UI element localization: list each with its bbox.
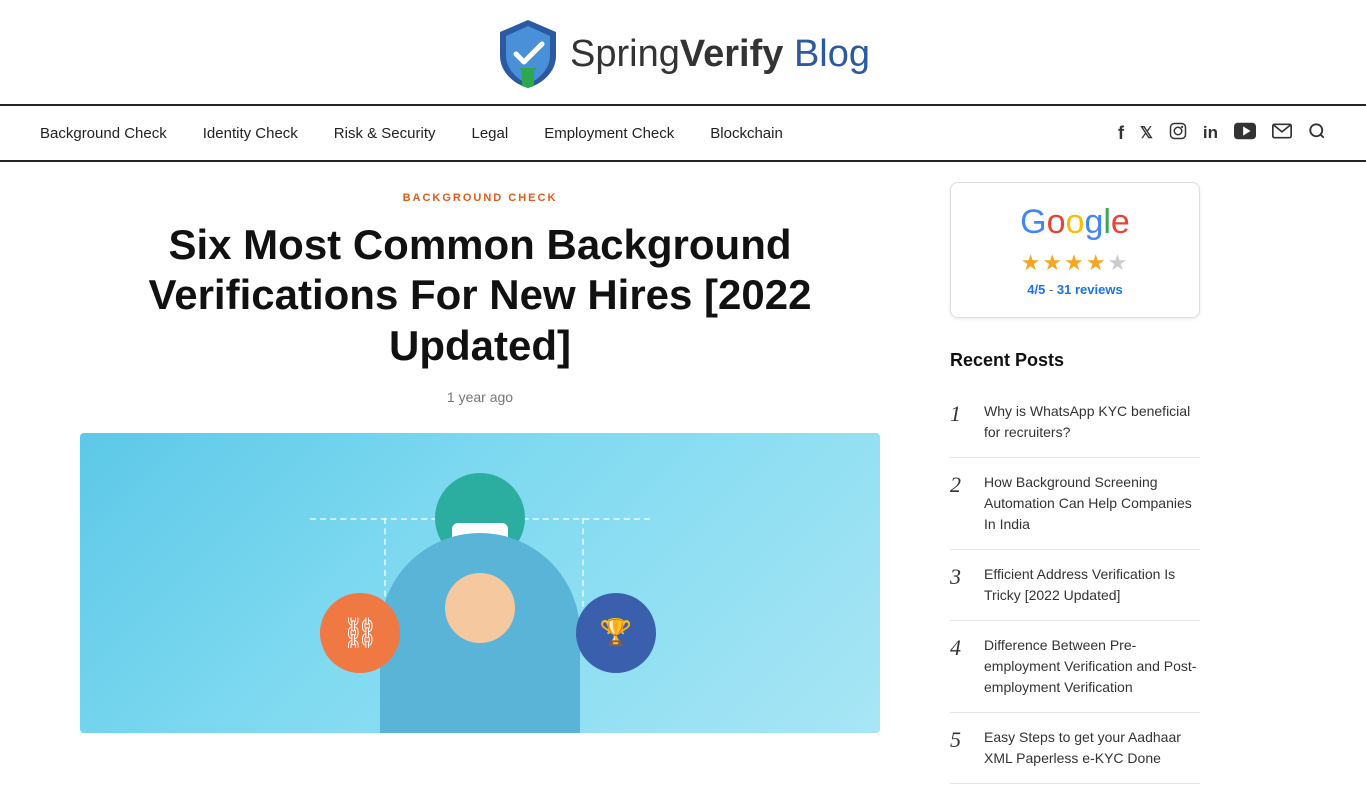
twitter-icon[interactable]: 𝕏 (1140, 123, 1153, 143)
facebook-icon[interactable]: f (1118, 123, 1124, 144)
logo-text: SpringVerify Blog (570, 33, 870, 76)
youtube-icon[interactable] (1234, 122, 1256, 145)
nav-blockchain[interactable]: Blockchain (710, 125, 783, 142)
content-area: BACKGROUND CHECK Six Most Common Backgro… (0, 162, 940, 804)
post-number-5: 5 (950, 727, 970, 753)
article-hero-image: ⛓ 🏆 (80, 433, 880, 733)
site-header: SpringVerify Blog Background Check Ident… (0, 0, 1366, 162)
post-number-3: 3 (950, 564, 970, 590)
logo-icon (496, 18, 560, 90)
nav-legal[interactable]: Legal (472, 125, 509, 142)
sidebar: Google ★★★★★ 4/5 - 31 reviews Recent Pos… (940, 162, 1220, 804)
nav-links: Background Check Identity Check Risk & S… (40, 125, 783, 142)
list-item: 3 Efficient Address Verification Is Tric… (950, 550, 1200, 621)
list-item: 1 Why is WhatsApp KYC beneficial for rec… (950, 387, 1200, 458)
article-title: Six Most Common Background Verifications… (80, 220, 880, 371)
post-number-4: 4 (950, 635, 970, 661)
post-link-4[interactable]: Difference Between Pre-employment Verifi… (984, 635, 1200, 698)
linkedin-icon[interactable]: in (1203, 123, 1218, 143)
google-text: Google (971, 203, 1179, 242)
rating-text: 4/5 - 31 reviews (971, 282, 1179, 297)
instagram-icon[interactable] (1169, 122, 1187, 145)
list-item: 5 Easy Steps to get your Aadhaar XML Pap… (950, 713, 1200, 784)
email-icon[interactable] (1272, 123, 1292, 144)
recent-posts: Recent Posts 1 Why is WhatsApp KYC benef… (950, 350, 1200, 784)
post-number-1: 1 (950, 401, 970, 427)
handcuff-icon: ⛓ (341, 616, 379, 651)
nav-background-check[interactable]: Background Check (40, 125, 167, 142)
post-link-5[interactable]: Easy Steps to get your Aadhaar XML Paper… (984, 727, 1200, 769)
logo[interactable]: SpringVerify Blog (496, 18, 870, 90)
circle-certificate: 🏆 (576, 593, 656, 673)
circle-handcuff: ⛓ (320, 593, 400, 673)
nav-identity-check[interactable]: Identity Check (203, 125, 298, 142)
list-item: 4 Difference Between Pre-employment Veri… (950, 621, 1200, 713)
search-icon[interactable] (1308, 122, 1326, 145)
illustration: ⛓ 🏆 (80, 433, 880, 733)
article-category: BACKGROUND CHECK (80, 192, 880, 204)
post-link-2[interactable]: How Background Screening Automation Can … (984, 472, 1200, 535)
post-link-1[interactable]: Why is WhatsApp KYC beneficial for recru… (984, 401, 1200, 443)
person-head (445, 573, 515, 643)
main-layout: BACKGROUND CHECK Six Most Common Backgro… (0, 162, 1366, 804)
list-item: 2 How Background Screening Automation Ca… (950, 458, 1200, 550)
post-number-2: 2 (950, 472, 970, 498)
social-icons: f 𝕏 in (1118, 122, 1326, 145)
google-widget: Google ★★★★★ 4/5 - 31 reviews (950, 182, 1200, 318)
main-nav: Background Check Identity Check Risk & S… (0, 106, 1366, 162)
certificate-icon: 🏆 (600, 618, 632, 648)
star-rating: ★★★★★ (971, 250, 1179, 276)
post-link-3[interactable]: Efficient Address Verification Is Tricky… (984, 564, 1200, 606)
recent-posts-title: Recent Posts (950, 350, 1200, 371)
nav-risk-security[interactable]: Risk & Security (334, 125, 436, 142)
nav-employment-check[interactable]: Employment Check (544, 125, 674, 142)
article-meta: 1 year ago (80, 389, 880, 405)
